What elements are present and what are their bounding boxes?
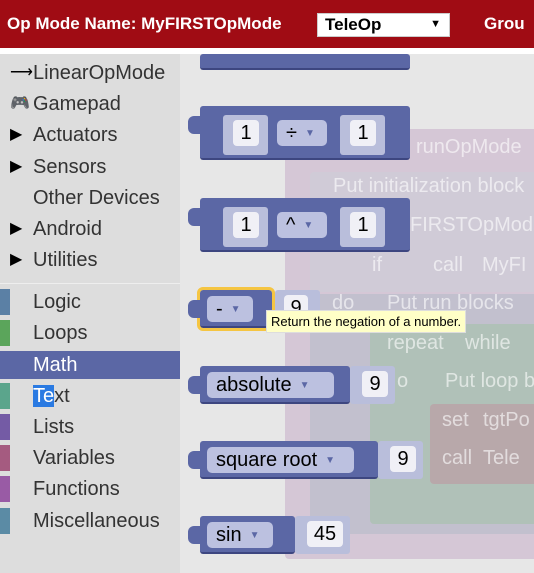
triangle-right-icon: ▶ bbox=[10, 158, 23, 175]
opmode-type-select[interactable]: TeleOp ▼ bbox=[317, 13, 450, 37]
category-math[interactable]: Math bbox=[0, 351, 180, 379]
math-absolute-block[interactable]: absolute ▼ bbox=[188, 366, 350, 404]
bg-text: repeat bbox=[387, 332, 444, 354]
toolbox-item-actuators[interactable]: ▶ Actuators bbox=[0, 121, 180, 149]
chevron-down-icon: ▼ bbox=[304, 127, 315, 139]
item-label: Actuators bbox=[33, 124, 118, 146]
item-label: LinearOpMode bbox=[33, 62, 166, 84]
bg-text: runOpMode bbox=[416, 136, 522, 158]
category-loops[interactable]: Loops bbox=[0, 319, 180, 347]
bg-text: while bbox=[465, 332, 511, 354]
item-label: Miscellaneous bbox=[33, 510, 160, 532]
bg-text: Put loop b bbox=[445, 370, 534, 392]
operator-value: ÷ bbox=[286, 122, 297, 144]
triangle-right-icon: ▶ bbox=[10, 126, 23, 143]
toolbox-item-linearopmode[interactable]: ⟶ LinearOpMode bbox=[0, 59, 180, 87]
bg-text: tgtPo bbox=[483, 409, 530, 431]
gamepad-icon: 🎮 bbox=[10, 95, 30, 112]
category-swatch bbox=[0, 508, 10, 534]
operator-dropdown[interactable]: sin ▼ bbox=[207, 522, 273, 548]
number-field[interactable]: 1 bbox=[233, 212, 259, 238]
chevron-down-icon: ▼ bbox=[249, 529, 260, 541]
bg-text: Tele bbox=[483, 447, 520, 469]
item-label: Variables bbox=[33, 447, 115, 469]
category-text[interactable]: Text bbox=[0, 382, 180, 410]
operator-value: ^ bbox=[286, 214, 296, 236]
operator-value: sin bbox=[216, 524, 242, 546]
operator-dropdown[interactable]: ^ ▼ bbox=[277, 212, 327, 238]
math-negate-block[interactable]: - ▼ bbox=[188, 287, 275, 331]
category-variables[interactable]: Variables bbox=[0, 444, 180, 472]
math-arithmetic-divide-block[interactable]: 1 ÷ ▼ 1 bbox=[188, 106, 410, 160]
toolbox-item-sensors[interactable]: ▶ Sensors bbox=[0, 153, 180, 181]
category-swatch bbox=[0, 289, 10, 315]
math-square-root-block[interactable]: square root ▼ bbox=[188, 441, 378, 479]
operator-dropdown[interactable]: ÷ ▼ bbox=[277, 120, 327, 146]
bg-text: call bbox=[433, 254, 464, 276]
operator-dropdown[interactable]: - ▼ bbox=[207, 296, 253, 322]
operator-dropdown[interactable]: square root ▼ bbox=[207, 447, 354, 473]
bg-text: o bbox=[397, 370, 409, 392]
bg-text: call bbox=[442, 447, 473, 469]
triangle-right-icon: ▶ bbox=[10, 251, 23, 268]
category-lists[interactable]: Lists bbox=[0, 413, 180, 441]
operator-dropdown[interactable]: absolute ▼ bbox=[207, 372, 334, 398]
item-label: Math bbox=[33, 354, 78, 376]
triangle-right-icon: ▶ bbox=[10, 220, 23, 237]
item-label: Gamepad bbox=[33, 93, 121, 115]
category-swatch bbox=[0, 414, 10, 440]
number-field[interactable]: 1 bbox=[350, 212, 376, 238]
chevron-down-icon: ▼ bbox=[303, 219, 314, 231]
number-field[interactable]: 1 bbox=[350, 120, 376, 146]
item-label: Sensors bbox=[33, 156, 107, 178]
item-label: Lists bbox=[33, 416, 75, 438]
item-label: Functions bbox=[33, 478, 120, 500]
category-logic[interactable]: Logic bbox=[0, 288, 180, 316]
bg-text: set bbox=[442, 409, 469, 431]
chevron-down-icon: ▼ bbox=[325, 454, 336, 466]
category-swatch bbox=[0, 445, 10, 471]
toolbox: ⟶ LinearOpMode 🎮 Gamepad ▶ Actuators ▶ Senso… bbox=[0, 54, 180, 573]
operator-value: absolute bbox=[216, 374, 292, 396]
tooltip: Return the negation of a number. bbox=[266, 310, 467, 333]
opmode-name: Op Mode Name: MyFIRSTOpMode bbox=[7, 14, 282, 33]
number-field[interactable]: 9 bbox=[390, 446, 416, 472]
number-field[interactable]: 45 bbox=[307, 521, 343, 547]
item-label: xt bbox=[54, 385, 70, 407]
bg-text: if bbox=[372, 254, 382, 276]
math-block-partial[interactable] bbox=[200, 54, 410, 70]
category-swatch bbox=[0, 320, 10, 346]
group-label: Grou bbox=[484, 14, 525, 33]
item-label: Loops bbox=[33, 322, 88, 344]
chevron-down-icon: ▼ bbox=[230, 303, 241, 315]
bg-text: FIRSTOpMod bbox=[410, 214, 533, 236]
header-bar: Op Mode Name: MyFIRSTOpMode TeleOp ▼ Grou bbox=[0, 0, 534, 48]
arrow-right-icon: ⟶ bbox=[10, 64, 33, 81]
category-functions[interactable]: Functions bbox=[0, 475, 180, 503]
divider bbox=[0, 283, 180, 284]
bg-text: MyFI bbox=[482, 254, 527, 276]
operator-value: - bbox=[216, 298, 223, 320]
item-label: Utilities bbox=[33, 249, 98, 271]
math-sin-block[interactable]: sin ▼ bbox=[188, 516, 295, 554]
item-label: Android bbox=[33, 218, 102, 240]
item-label: Logic bbox=[33, 291, 81, 313]
number-field[interactable]: 9 bbox=[362, 371, 388, 397]
chevron-down-icon: ▼ bbox=[430, 18, 441, 30]
item-label: Other Devices bbox=[33, 187, 160, 209]
category-swatch bbox=[0, 476, 10, 502]
math-power-block[interactable]: 1 ^ ▼ 1 bbox=[188, 198, 410, 252]
toolbox-item-android[interactable]: ▶ Android bbox=[0, 215, 180, 243]
selected-text: Te bbox=[33, 385, 55, 407]
opmode-type-value: TeleOp bbox=[325, 15, 382, 34]
toolbox-item-utilities[interactable]: ▶ Utilities bbox=[0, 246, 180, 274]
category-swatch bbox=[0, 383, 10, 409]
toolbox-item-other-devices[interactable]: Other Devices bbox=[0, 184, 180, 212]
number-field[interactable]: 1 bbox=[233, 120, 259, 146]
toolbox-item-gamepad[interactable]: 🎮 Gamepad bbox=[0, 90, 180, 118]
chevron-down-icon: ▼ bbox=[299, 379, 310, 391]
bg-text: Put initialization block bbox=[333, 175, 525, 197]
category-miscellaneous[interactable]: Miscellaneous bbox=[0, 507, 180, 535]
operator-value: square root bbox=[216, 449, 318, 471]
